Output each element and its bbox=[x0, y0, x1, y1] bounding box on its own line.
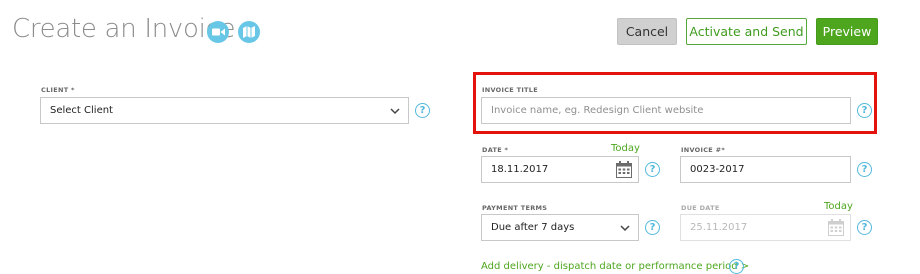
page-title: Create an Invoice bbox=[12, 14, 236, 44]
video-icon[interactable] bbox=[207, 21, 229, 43]
payment-terms-select[interactable]: Due after 7 days bbox=[481, 214, 639, 241]
client-help-icon[interactable]: ? bbox=[415, 103, 430, 118]
highlight-box bbox=[473, 72, 877, 134]
invoice-number-label: INVOICE #* bbox=[681, 146, 726, 154]
preview-button[interactable]: Preview bbox=[816, 18, 878, 45]
cancel-button[interactable]: Cancel bbox=[617, 18, 677, 45]
chevron-down-icon bbox=[390, 108, 400, 115]
date-value: 18.11.2017 bbox=[491, 164, 549, 175]
map-icon[interactable] bbox=[238, 21, 260, 43]
activate-and-send-button[interactable]: Activate and Send bbox=[686, 18, 807, 45]
due-date-value: 25.11.2017 bbox=[690, 222, 748, 233]
chevron-down-icon bbox=[620, 225, 630, 232]
add-delivery-link[interactable]: Add delivery - dispatch date or performa… bbox=[481, 261, 749, 272]
client-label: CLIENT * bbox=[41, 86, 75, 94]
client-select[interactable]: Select Client bbox=[40, 97, 409, 124]
date-label: DATE * bbox=[482, 146, 509, 154]
invoice-number-help-icon[interactable]: ? bbox=[857, 162, 872, 177]
delivery-help-icon[interactable]: ? bbox=[729, 259, 744, 274]
date-help-icon[interactable]: ? bbox=[645, 162, 660, 177]
due-date-help-icon[interactable]: ? bbox=[857, 220, 872, 235]
due-date-input: 25.11.2017 bbox=[680, 214, 851, 241]
client-select-value: Select Client bbox=[50, 105, 113, 116]
calendar-icon[interactable] bbox=[616, 161, 632, 178]
due-date-label: DUE DATE bbox=[681, 204, 720, 212]
invoice-number-input[interactable]: 0023-2017 bbox=[680, 156, 851, 183]
due-date-today-link[interactable]: Today bbox=[824, 201, 853, 212]
payment-terms-help-icon[interactable]: ? bbox=[645, 220, 660, 235]
payment-terms-label: PAYMENT TERMS bbox=[482, 204, 548, 212]
calendar-icon bbox=[828, 219, 844, 236]
date-input[interactable]: 18.11.2017 bbox=[481, 156, 639, 183]
payment-terms-value: Due after 7 days bbox=[491, 222, 575, 233]
date-today-link[interactable]: Today bbox=[611, 143, 640, 154]
